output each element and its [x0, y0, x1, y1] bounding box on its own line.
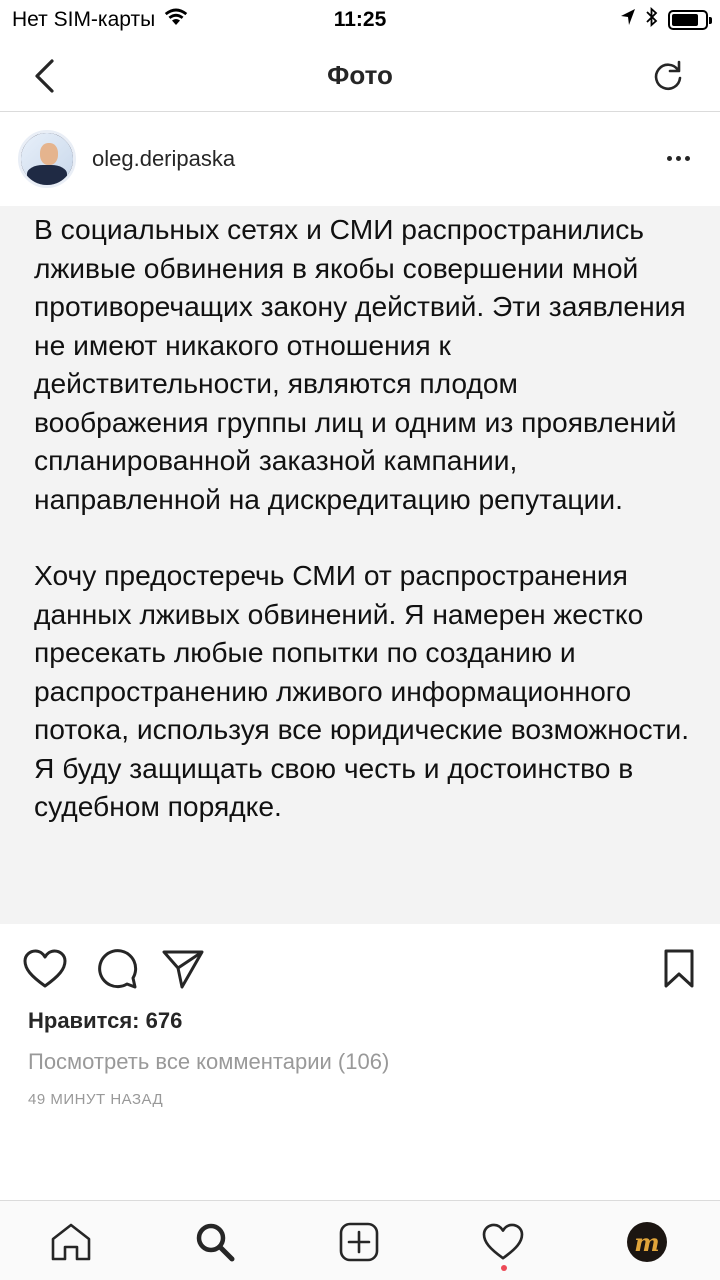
heart-icon	[482, 1223, 524, 1260]
status-left: Нет SIM-карты	[12, 7, 189, 33]
save-button[interactable]	[656, 946, 702, 992]
paper-plane-icon	[162, 950, 204, 989]
home-icon	[51, 1223, 91, 1261]
tab-home[interactable]	[48, 1219, 94, 1265]
status-bar: Нет SIM-карты 11:25	[0, 0, 720, 40]
post-text-paragraph-1: В социальных сетях и СМИ распространилис…	[34, 213, 686, 515]
comment-icon	[98, 949, 138, 989]
tab-bar: m	[0, 1200, 720, 1280]
location-arrow-icon	[620, 8, 636, 32]
more-dot	[684, 155, 690, 161]
bookmark-icon	[664, 949, 694, 988]
battery-icon	[668, 10, 712, 30]
like-button[interactable]	[22, 946, 68, 992]
nav-bar: Фото	[0, 40, 720, 112]
notification-dot	[501, 1265, 507, 1271]
post-actions	[0, 938, 720, 998]
chevron-left-icon	[35, 59, 54, 93]
post-username[interactable]: oleg.deripaska	[92, 146, 235, 172]
tab-activity[interactable]	[480, 1219, 526, 1265]
post-text-paragraph-2: Хочу предостеречь СМИ от распространения…	[34, 559, 690, 822]
likes-count[interactable]: Нравится: 676	[28, 1008, 182, 1034]
heart-icon	[23, 949, 67, 988]
status-right	[620, 6, 712, 33]
search-icon	[196, 1223, 235, 1262]
refresh-icon	[654, 60, 682, 91]
post-timestamp: 49 МИНУТ НАЗАД	[28, 1091, 164, 1108]
carrier-label: Нет SIM-карты	[12, 8, 156, 31]
post-image[interactable]: В социальных сетях и СМИ распространилис…	[0, 206, 720, 924]
refresh-button[interactable]	[648, 56, 688, 96]
tab-profile[interactable]: m	[624, 1219, 670, 1265]
bluetooth-icon	[646, 6, 658, 33]
more-dot	[675, 155, 681, 161]
profile-avatar: m	[627, 1222, 667, 1262]
share-button[interactable]	[160, 946, 206, 992]
tab-new-post[interactable]	[336, 1219, 382, 1265]
wifi-icon	[163, 7, 189, 33]
back-button[interactable]	[22, 54, 66, 98]
more-options-button[interactable]	[660, 146, 696, 170]
view-comments-link[interactable]: Посмотреть все комментарии (106)	[28, 1049, 389, 1075]
comment-button[interactable]	[94, 946, 140, 992]
tab-search[interactable]	[192, 1219, 238, 1265]
avatar[interactable]	[18, 130, 76, 188]
more-dots-icon	[666, 155, 672, 161]
page-title: Фото	[327, 60, 393, 90]
add-icon	[339, 1222, 379, 1262]
post-header: oleg.deripaska	[0, 112, 720, 206]
